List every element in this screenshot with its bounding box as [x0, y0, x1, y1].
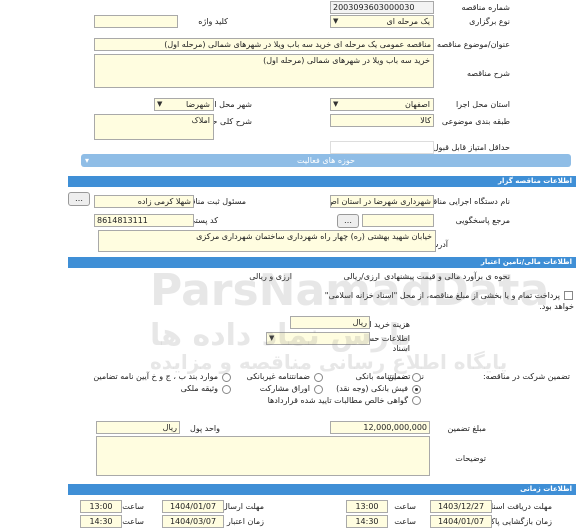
city-select[interactable]: شهرضا ▼ [154, 98, 214, 111]
procedure-type-select[interactable]: یک مرحله ای ▼ [330, 15, 434, 28]
organizer-header: اطلاعات مناقصه گزار [68, 176, 576, 187]
category-input[interactable]: کالا [330, 114, 434, 127]
claims-label: گواهی خالص مطالبات تایید شده قراردادها [267, 396, 408, 405]
treasury-label: پرداخت تمام و یا بخشی از مبلغ مناقصه، از… [324, 291, 560, 300]
open-time-label: ساعت [394, 517, 416, 526]
property-radio[interactable] [222, 385, 231, 394]
keyword-input[interactable] [94, 15, 178, 28]
province-value: اصفهان [404, 100, 430, 109]
doc-receive-label: مهلت دریافت اسناد [487, 502, 552, 511]
validity-time-label: ساعت [122, 517, 144, 526]
description-textarea[interactable]: خرید سه باب ویلا در شهرهای شمالی (مرحله … [94, 54, 434, 88]
validity-time: 14:30 [80, 515, 122, 528]
procedure-type-value: یک مرحله ای [386, 17, 430, 26]
notes-label: توضیحات [455, 454, 486, 463]
send-date: 1404/01/07 [162, 500, 224, 513]
account-select[interactable]: ▼ [266, 332, 370, 345]
finance-header: اطلاعات مالی/تامین اعتبار [68, 257, 576, 268]
registrar-lookup-button[interactable]: … [68, 192, 90, 206]
bank-guarantee-radio[interactable] [412, 373, 421, 382]
nonbank-guarantee-radio[interactable] [314, 373, 323, 382]
description-label: شرح مناقصه [466, 69, 510, 78]
chevron-down-icon: ▼ [333, 17, 339, 25]
city-value: شهرضا [185, 100, 210, 109]
chevron-down-icon: ▼ [157, 100, 163, 108]
category-label: طبقه بندی موضوعی [441, 117, 510, 126]
guarantee-label: تضمین شرکت در مناقصه: [482, 372, 570, 381]
min-score-field [330, 141, 434, 154]
nonbank-guarantee-label: ضمانتنامه غیربانکی [246, 372, 310, 381]
doc-cost-field: ریال [290, 316, 370, 329]
address-textarea: خیابان شهید بهشتی (ره) چهار راه شهرداری … [98, 230, 436, 252]
procedure-type-label: نوع برگزاری [469, 17, 510, 26]
estimate-label: نحوه ی برآورد مالی و قیمت پیشنهادی [384, 272, 510, 281]
claims-radio[interactable] [412, 396, 421, 405]
keyword-label: کلید واژه [198, 17, 228, 26]
title-input[interactable]: مناقصه عمومی یک مرحله ای خرید سه باب ویل… [94, 38, 434, 51]
treasury-label-2: خواهد بود. [539, 302, 574, 311]
bank-guarantee-label: ضمانتنامه بانکی [355, 372, 408, 381]
cheque-label: فیش بانکی (وجه نقد) [336, 384, 408, 393]
amount-label: مبلغ تضمین [447, 424, 486, 433]
notes-textarea [96, 436, 430, 476]
reference-lookup-button[interactable]: … [337, 214, 359, 228]
open-time: 14:30 [346, 515, 388, 528]
activity-fields-strip[interactable]: حوزه های فعالیت ▾ [81, 154, 571, 167]
chevron-down-icon: ▼ [269, 334, 275, 342]
doc-receive-time-label: ساعت [394, 502, 416, 511]
doc-receive-time: 13:00 [346, 500, 388, 513]
expand-icon: ▾ [85, 156, 90, 165]
time-header: اطلاعات زمانی [68, 484, 576, 495]
cheque-radio[interactable] [412, 385, 421, 394]
open-date: 1404/01/07 [430, 515, 492, 528]
activity-textarea[interactable]: املاک [94, 114, 214, 140]
province-label: استان محل اجرا [455, 100, 510, 109]
send-time-label: ساعت [122, 502, 144, 511]
validity-date: 1404/03/07 [162, 515, 224, 528]
chevron-down-icon: ▼ [333, 100, 339, 108]
send-time: 13:00 [80, 500, 122, 513]
doc-receive-date: 1403/12/27 [430, 500, 492, 513]
estimate-value: ارزی/ریالی [343, 272, 380, 281]
reference-field [362, 214, 434, 227]
title-label: عنوان/موضوع مناقصه [437, 40, 510, 49]
treasury-checkbox[interactable] [564, 291, 573, 300]
registrar-field: شهلا کرمی زاده [94, 195, 194, 208]
bonds-radio[interactable] [314, 385, 323, 394]
tender-number-field: 2003093603000030 [330, 1, 434, 14]
currency-option: ارزی و ریالی [249, 272, 292, 281]
postal-field: 8614813111 [94, 214, 194, 227]
unit-field: ریال [96, 421, 180, 434]
bylaw-label: موارد بند ب ، ج و خ آیین نامه تضامین [93, 372, 218, 381]
amount-field: 12,000,000,000 [330, 421, 430, 434]
province-select[interactable]: اصفهان ▼ [330, 98, 434, 111]
org-name-field: شهرداری شهرضا در استان اص [330, 195, 434, 208]
bonds-label: اوراق مشارکت [259, 384, 310, 393]
account-label-2: اسناد [392, 344, 410, 353]
property-label: وثیقه ملکی [180, 384, 218, 393]
watermark-portal: پایگاه اطلاع رسانی مناقصه و مزایده [150, 350, 508, 374]
unit-label: واحد پول [190, 424, 220, 433]
bylaw-radio[interactable] [222, 373, 231, 382]
tender-number-label: شماره مناقصه [461, 3, 510, 12]
reference-label: مرجع پاسخگویی [455, 216, 510, 225]
activity-fields-label: حوزه های فعالیت [297, 156, 355, 165]
